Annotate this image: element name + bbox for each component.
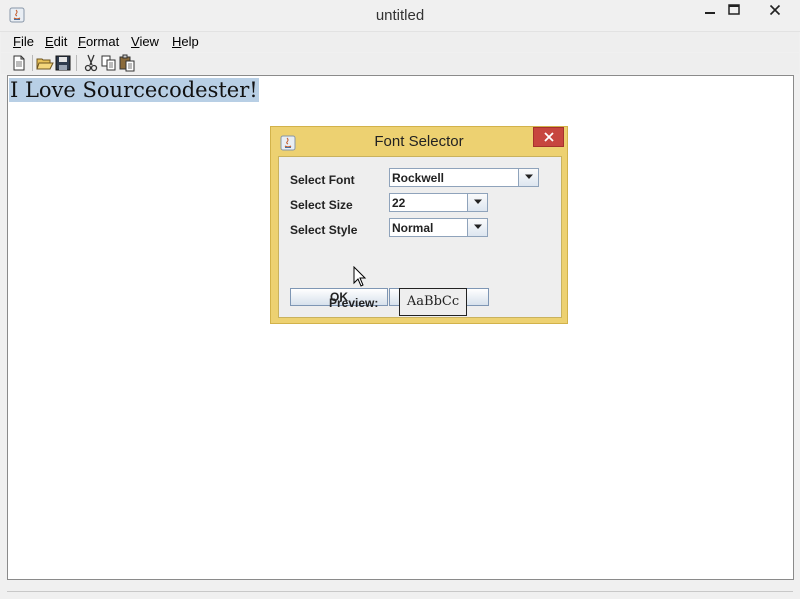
toolbar <box>1 53 799 74</box>
menu-edit[interactable]: Edit <box>45 34 67 49</box>
font-selector-dialog: Font Selector Select Font Rockwell Selec… <box>270 126 568 324</box>
preview-label: Preview: <box>329 296 379 310</box>
menu-file[interactable]: File <box>13 34 34 49</box>
toolbar-separator <box>76 55 77 71</box>
new-file-button[interactable] <box>10 54 28 72</box>
open-folder-icon <box>36 58 54 70</box>
status-bar <box>7 581 793 592</box>
window-title: untitled <box>375 7 425 24</box>
open-button[interactable] <box>36 54 54 72</box>
paste-button[interactable] <box>118 54 136 72</box>
font-select[interactable]: Rockwell <box>389 168 539 187</box>
maximize-button[interactable] <box>717 0 751 22</box>
size-select-value: 22 <box>392 196 406 210</box>
size-select-dropdown[interactable] <box>467 194 487 211</box>
menubar: File Edit Format View Help <box>1 32 799 52</box>
font-select-value: Rockwell <box>392 171 445 185</box>
maximize-icon <box>728 4 740 15</box>
select-size-label: Select Size <box>290 198 353 212</box>
new-file-icon <box>13 55 25 71</box>
style-select-dropdown[interactable] <box>467 219 487 236</box>
font-select-dropdown[interactable] <box>518 169 538 186</box>
window-titlebar: untitled <box>0 0 800 32</box>
chevron-down-icon <box>473 224 482 229</box>
size-select[interactable]: 22 <box>389 193 488 212</box>
minimize-icon <box>705 12 715 14</box>
mouse-cursor-icon <box>353 266 367 287</box>
font-preview: AaBbCc <box>399 288 467 316</box>
save-button[interactable] <box>54 54 72 72</box>
toolbar-separator <box>32 55 33 71</box>
paste-icon <box>119 54 135 72</box>
dialog-close-button[interactable] <box>533 127 564 147</box>
chevron-down-icon <box>524 174 533 179</box>
selected-text[interactable]: I Love Sourcecodester! <box>9 78 259 102</box>
menu-view[interactable]: View <box>131 34 159 49</box>
menu-help[interactable]: Help <box>172 34 199 49</box>
select-style-label: Select Style <box>290 223 358 237</box>
select-font-label: Select Font <box>290 173 355 187</box>
copy-button[interactable] <box>100 54 118 72</box>
menu-format[interactable]: Format <box>78 34 119 49</box>
style-select-value: Normal <box>392 221 434 235</box>
close-icon <box>769 4 781 16</box>
close-icon <box>543 132 554 142</box>
window-close-button[interactable] <box>752 0 798 22</box>
cut-icon <box>84 54 98 72</box>
chevron-down-icon <box>473 199 482 204</box>
cut-button[interactable] <box>82 54 100 72</box>
copy-icon <box>101 55 116 71</box>
save-icon <box>55 55 71 71</box>
style-select[interactable]: Normal <box>389 218 488 237</box>
dialog-title: Font Selector <box>374 133 464 150</box>
